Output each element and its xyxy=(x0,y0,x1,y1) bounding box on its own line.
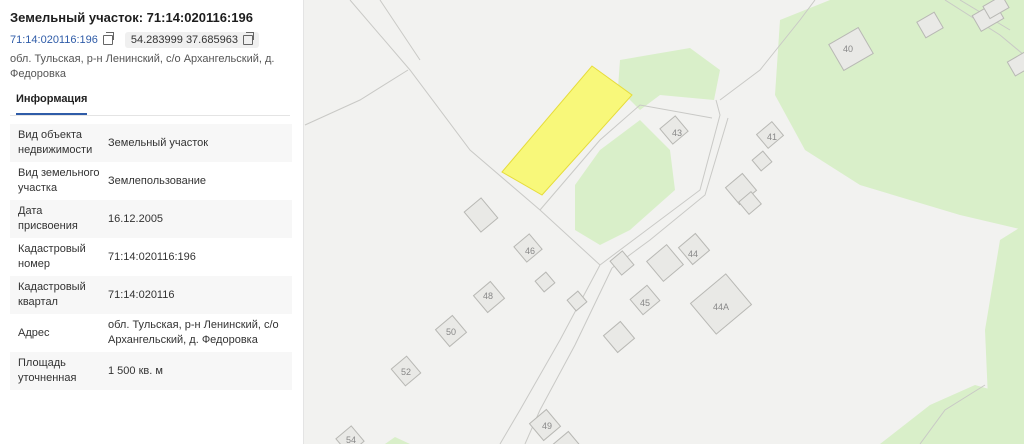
house-number: 52 xyxy=(401,367,411,377)
row-label: Дата присвоения xyxy=(10,200,100,238)
house-number: 50 xyxy=(446,327,456,337)
house-number: 40 xyxy=(843,44,853,54)
parcel-title: Земельный участок: 71:14:020116:196 xyxy=(10,10,253,25)
house-number: 43 xyxy=(672,128,682,138)
house-number: 46 xyxy=(525,246,535,256)
row-label: Кадастровый квартал xyxy=(10,276,100,314)
building[interactable] xyxy=(645,243,685,283)
house-number: 44А xyxy=(713,302,729,312)
house-number: 48 xyxy=(483,291,493,301)
building[interactable] xyxy=(566,290,588,312)
copy-icon[interactable] xyxy=(102,32,114,45)
house-number: 54 xyxy=(346,435,356,444)
green-area xyxy=(880,385,1024,444)
table-row: Вид объекта недвижимости Земельный участо… xyxy=(10,124,292,162)
building[interactable] xyxy=(602,320,636,354)
building[interactable] xyxy=(751,150,773,172)
tab-information[interactable]: Информация xyxy=(16,93,88,115)
building[interactable] xyxy=(534,271,556,293)
row-label: Вид земельного участка xyxy=(18,167,100,194)
house-number: 49 xyxy=(542,421,552,431)
row-label: Площадь уточненная xyxy=(10,352,100,390)
building[interactable] xyxy=(463,197,499,233)
green-area xyxy=(618,48,720,110)
row-value: 1 500 кв. м xyxy=(100,352,292,390)
house-number: 41 xyxy=(767,132,777,142)
row-value: Земельный участок xyxy=(100,124,292,162)
row-value: обл. Тульская, р-н Ленинский, с/о Арханг… xyxy=(108,319,279,346)
coordinates-chip[interactable]: 54.283999 37.685963 xyxy=(124,32,259,48)
table-row: Кадастровый квартал 71:14:020116 xyxy=(10,276,292,314)
row-label: Кадастровый номер xyxy=(18,243,86,270)
building[interactable] xyxy=(550,430,584,444)
green-area xyxy=(385,437,410,444)
table-row: Дата присвоения 16.12.2005 xyxy=(10,200,292,238)
row-value: 71:14:020116:196 xyxy=(108,250,196,263)
cadastral-number-link[interactable]: 71:14:020116:196 xyxy=(10,34,98,46)
green-area xyxy=(775,0,1024,230)
coordinates-text: 54.283999 37.685963 xyxy=(130,34,238,46)
tab-bar: Информация xyxy=(10,88,290,116)
table-row: Кадастровый номер 71:14:020116:196 xyxy=(10,238,292,276)
table-row: Вид земельного участка Землепользование xyxy=(10,162,292,200)
table-row: Адрес обл. Тульская, р-н Ленинский, с/о А… xyxy=(10,314,292,352)
row-value: 71:14:020116 xyxy=(100,276,292,314)
house-number: 45 xyxy=(640,298,650,308)
table-row: Площадь уточненная 1 500 кв. м xyxy=(10,352,292,390)
id-row: 71:14:020116:196 54.283999 37.685963 xyxy=(10,32,259,48)
map-canvas[interactable]: 40 41 43 44 44А 45 46 48 49 50 52 54 xyxy=(304,0,1024,444)
row-value: 16.12.2005 xyxy=(100,200,292,238)
row-label: Вид объекта недвижимости xyxy=(10,124,100,162)
info-table: Вид объекта недвижимости Земельный участо… xyxy=(10,124,292,390)
info-panel: Земельный участок: 71:14:020116:196 71:1… xyxy=(0,0,304,444)
parcel-address: обл. Тульская, р-н Ленинский, с/о Арханг… xyxy=(10,53,275,80)
row-value: Землепользование xyxy=(108,174,207,187)
house-number: 44 xyxy=(688,249,698,259)
copy-icon[interactable] xyxy=(242,32,254,45)
map-view[interactable]: 40 41 43 44 44А 45 46 48 49 50 52 54 xyxy=(304,0,1024,444)
row-label: Адрес xyxy=(18,326,50,339)
